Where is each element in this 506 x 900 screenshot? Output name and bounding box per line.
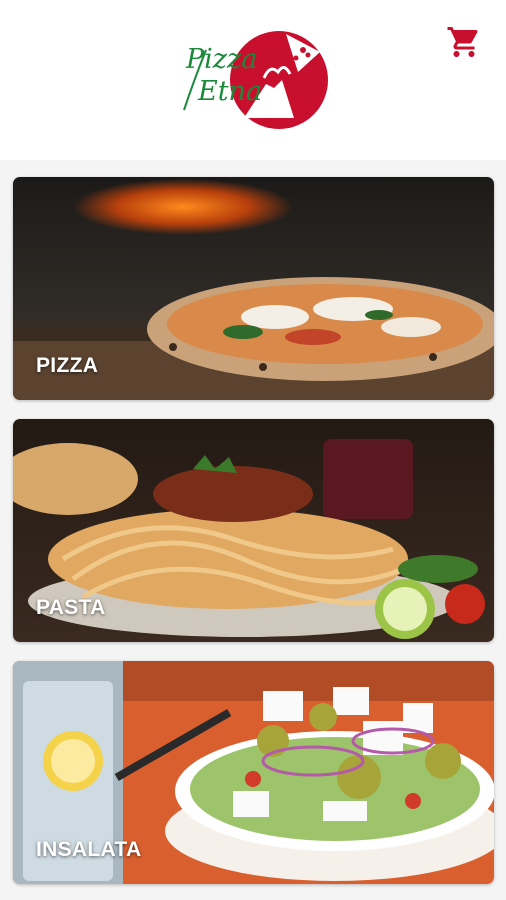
category-label: PIZZA xyxy=(36,354,99,377)
logo-line2-text: Etna xyxy=(197,76,262,107)
logo-line1-text: Pizza xyxy=(185,44,257,75)
category-card-insalata[interactable]: INSALATA xyxy=(13,661,494,884)
shopping-cart-icon[interactable] xyxy=(444,22,484,62)
category-card-pasta[interactable]: PASTA xyxy=(13,419,494,642)
category-card-pizza[interactable]: PIZZA xyxy=(13,177,494,400)
category-label: INSALATA xyxy=(36,838,142,861)
category-label: PASTA xyxy=(36,596,106,619)
pizza-etna-logo: Pizza Etna xyxy=(178,22,330,132)
app-header: Pizza Etna xyxy=(0,0,506,160)
